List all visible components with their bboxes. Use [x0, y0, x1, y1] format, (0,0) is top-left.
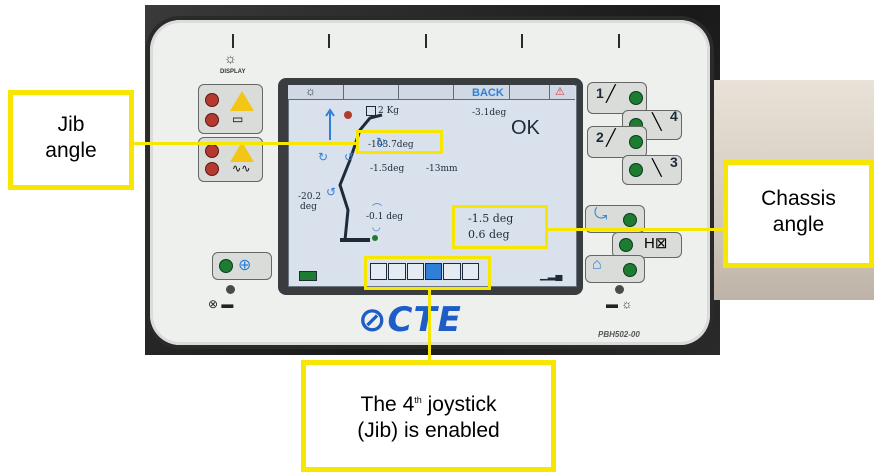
joystick-icon: ╱: [606, 130, 616, 147]
battery-light-icon: ▬ ☼: [606, 297, 633, 311]
joystick-4-label: 4: [670, 108, 678, 124]
top-cell: [509, 85, 550, 99]
tilt-value: -3.1deg: [472, 108, 507, 118]
status-led-red: [206, 163, 218, 175]
rotate-icon: ↺: [344, 150, 355, 164]
back-button[interactable]: BACK: [472, 87, 504, 99]
indicator-dot: [226, 285, 235, 294]
status-led-green: [620, 239, 632, 251]
status-led-green: [630, 136, 642, 148]
status-led-green: [630, 164, 642, 176]
left-angle-unit: deg: [300, 202, 317, 212]
target-icon: ⊕: [238, 257, 252, 274]
status-led-green: [624, 264, 636, 276]
warning-icon: [230, 142, 254, 162]
chassis-angle-callout: Chassis angle: [723, 160, 874, 268]
joystick-icon: ╲: [652, 114, 662, 131]
load-icon: [366, 106, 376, 116]
jib-angle-highlight: [356, 130, 443, 154]
joystick-callout-line: [428, 290, 431, 362]
status-led-red: [206, 145, 218, 157]
load-value: 2 Kg: [378, 106, 400, 116]
alert-icon: ⚠: [555, 86, 565, 98]
jib-callout-line2: angle: [45, 139, 97, 162]
crane-diagram: [325, 108, 383, 242]
status-ok: OK: [511, 117, 540, 139]
display-label: DISPLAY: [220, 69, 246, 75]
joystick-callout-line1: The 4th joystick: [360, 393, 497, 416]
tick-mark: [232, 34, 234, 48]
jib-icon: ⤿: [594, 206, 608, 223]
truck-icon: ▭: [232, 112, 244, 126]
indicator-dot: [615, 285, 624, 294]
jib-angle-callout: Jib angle: [8, 90, 134, 190]
top-cell: [398, 85, 454, 99]
status-led-red: [206, 114, 218, 126]
joystick-2-label: 2: [596, 129, 604, 145]
status-led-green: [220, 260, 232, 272]
tick-mark: [425, 34, 427, 48]
joystick-1-label: 1: [596, 85, 604, 101]
joystick-callout: The 4th joystick (Jib) is enabled: [301, 360, 556, 472]
boom-extension-value: -13mm: [426, 164, 458, 174]
jib-callout-line1: Jib: [57, 113, 85, 136]
status-led-green: [630, 92, 642, 104]
tick-mark: [521, 34, 523, 48]
sun-icon: ☼: [224, 50, 237, 66]
tick-mark: [618, 34, 620, 48]
alarm-icon: ⊗ ▬: [208, 297, 234, 311]
status-led-green: [624, 214, 636, 226]
chassis-callout-line2: angle: [772, 213, 825, 236]
rotate-icon: ↻: [318, 150, 329, 164]
chassis-callout-line1: Chassis: [761, 187, 836, 210]
boom-angle-value: -1.5deg: [370, 164, 405, 174]
home-icon: ⌂: [592, 256, 602, 273]
joystick-highlight: [364, 256, 491, 290]
joystick-icon: ╱: [606, 86, 616, 103]
base-angle-value: -0.1 deg: [366, 212, 404, 222]
joystick-icon: ╲: [652, 160, 662, 177]
signal-icon: ▁▂▄: [540, 270, 563, 281]
joystick-3-label: 3: [670, 154, 678, 170]
warning-icon: [230, 91, 254, 111]
status-led-red: [206, 94, 218, 106]
left-angle-value: -20.2: [298, 192, 322, 202]
brand-logo: ⊘CTE: [358, 300, 462, 340]
brightness-icon[interactable]: ☼: [305, 84, 316, 98]
tick-mark: [328, 34, 330, 48]
battery-icon: [299, 271, 317, 281]
chassis-callout-line: [548, 228, 726, 231]
joystick-callout-line2: (Jib) is enabled: [357, 419, 500, 442]
chassis-angle-highlight: [452, 205, 548, 249]
top-cell: [288, 85, 344, 99]
top-cell: [343, 85, 399, 99]
jib-callout-line: [130, 142, 358, 145]
rotate-icon: ◡: [372, 222, 381, 233]
outrigger-icon: H⊠: [644, 235, 668, 252]
rotate-icon: ↺: [326, 185, 337, 199]
wheel-icon: ∿∿: [232, 163, 251, 175]
model-code: PBH502-00: [598, 330, 640, 339]
